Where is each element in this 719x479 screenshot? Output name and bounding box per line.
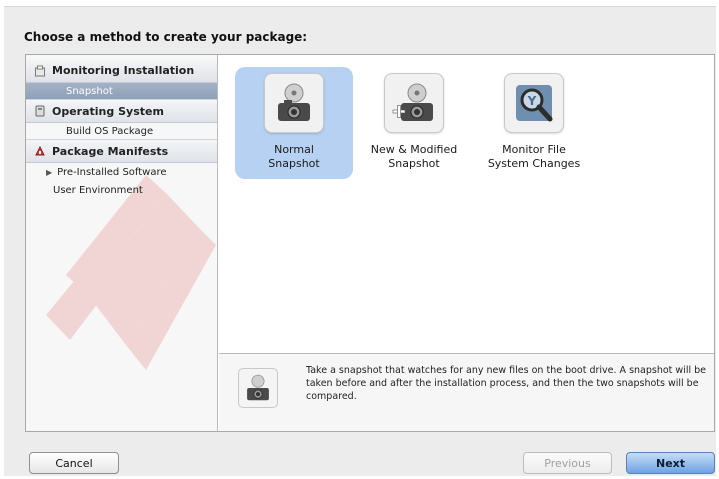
sidebar-item-pre-installed-software[interactable]: ▶ Pre-Installed Software (26, 163, 217, 181)
sidebar-item-user-environment[interactable]: User Environment (26, 181, 217, 199)
description-text: Take a snapshot that watches for any new… (306, 365, 707, 402)
sidebar-section-monitoring[interactable]: Monitoring Installation (26, 59, 217, 83)
option-monitor-file-system[interactable]: Y Monitor File System Changes (475, 67, 593, 179)
option-label: Normal Snapshot (268, 143, 320, 170)
option-normal-snapshot[interactable]: Normal Snapshot (235, 67, 353, 179)
camera-disk-plus-icon (384, 73, 444, 133)
sidebar-section-package-manifests[interactable]: Package Manifests (26, 139, 217, 163)
previous-button[interactable]: Previous (523, 452, 612, 474)
sidebar-item-snapshot[interactable]: Snapshot (26, 83, 217, 99)
svg-text:Y: Y (527, 94, 537, 108)
disclosure-triangle-icon[interactable]: ▶ (46, 168, 52, 177)
dialog-window: Choose a method to create your package: … (4, 6, 716, 476)
camera-disk-icon (238, 368, 278, 408)
page-title: Choose a method to create your package: (24, 30, 308, 44)
description-area: Take a snapshot that watches for any new… (219, 353, 714, 431)
cancel-button[interactable]: Cancel (29, 452, 119, 474)
os-icon (34, 105, 46, 117)
sidebar-section-label: Monitoring Installation (52, 64, 195, 77)
option-label: New & Modified Snapshot (370, 143, 458, 170)
sidebar: Monitoring Installation Snapshot Operati… (26, 55, 218, 431)
sidebar-section-label: Package Manifests (52, 144, 169, 158)
manifest-icon (34, 145, 46, 157)
sidebar-item-label: Pre-Installed Software (57, 166, 167, 178)
sidebar-section-operating-system[interactable]: Operating System (26, 99, 217, 123)
method-options: Normal Snapshot New & Modified Snapshot … (219, 55, 714, 353)
next-button[interactable]: Next (626, 452, 715, 474)
box-icon (34, 65, 46, 77)
option-label: Monitor File System Changes (487, 143, 581, 170)
main-panel: Monitoring Installation Snapshot Operati… (25, 54, 715, 432)
camera-disk-icon (264, 73, 324, 133)
sidebar-item-build-os-package[interactable]: Build OS Package (26, 123, 217, 139)
sidebar-item-label: Snapshot (66, 85, 113, 97)
sidebar-section-label: Operating System (52, 104, 164, 118)
sidebar-item-label: User Environment (53, 184, 143, 196)
magnifier-icon: Y (504, 73, 564, 133)
option-new-modified-snapshot[interactable]: New & Modified Snapshot (355, 67, 473, 179)
sidebar-item-label: Build OS Package (66, 125, 154, 137)
content-area: Normal Snapshot New & Modified Snapshot … (219, 55, 714, 431)
